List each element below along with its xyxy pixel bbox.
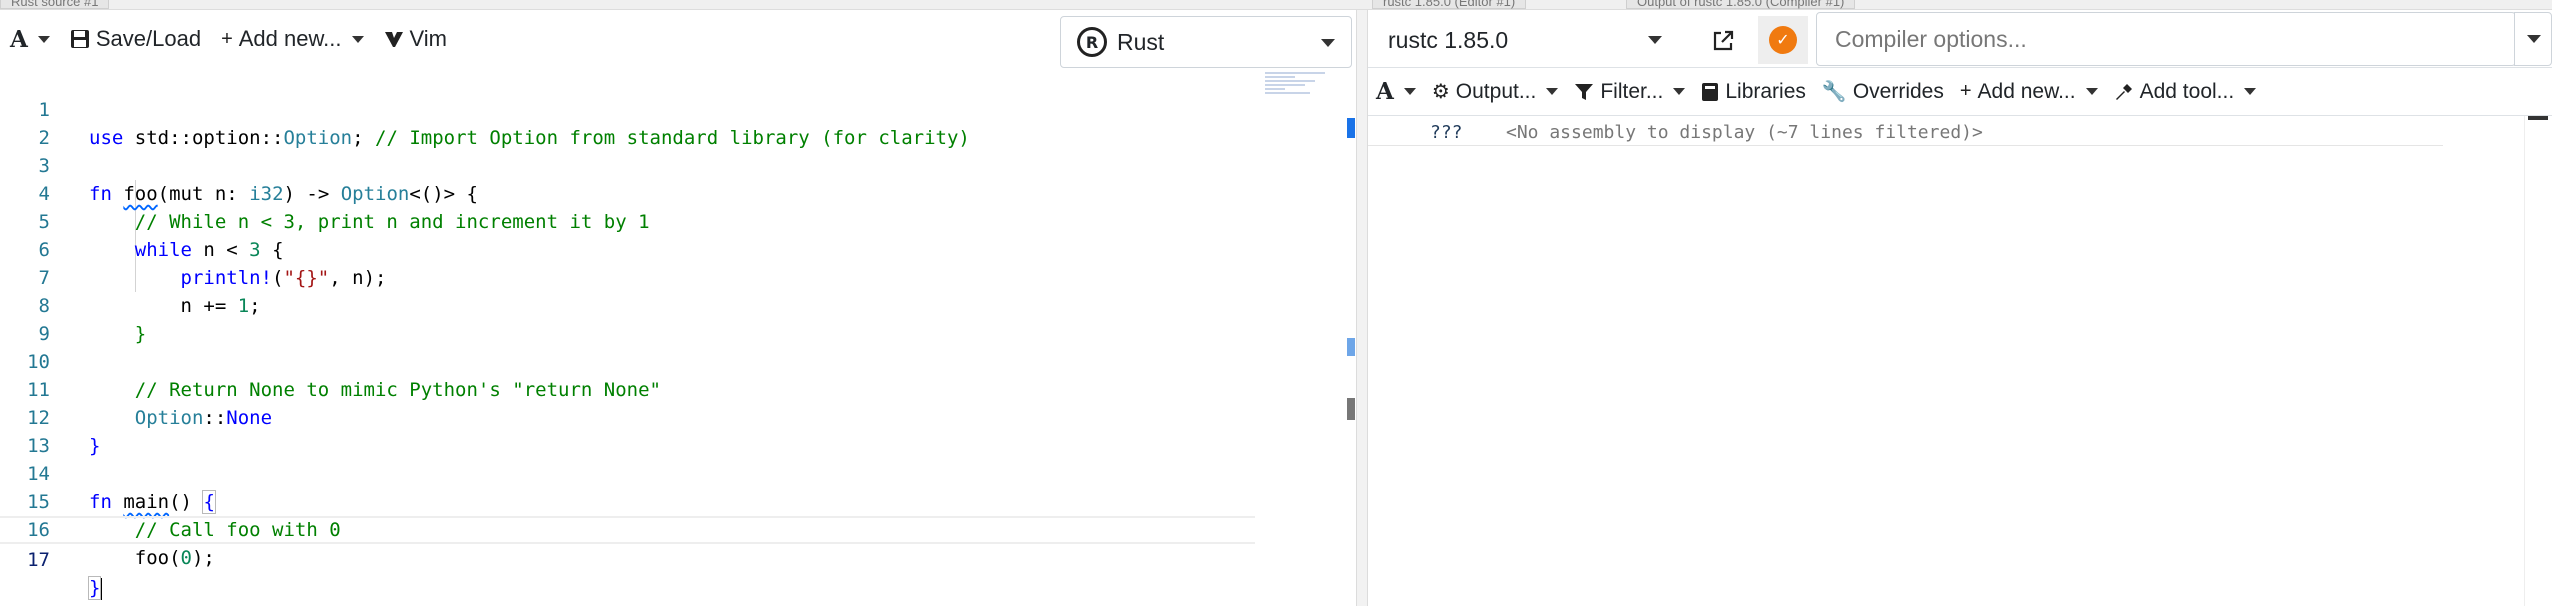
popout-button[interactable] (1706, 24, 1740, 58)
minimap[interactable] (1265, 72, 1337, 112)
compiler-bar: rustc 1.85.0 ✓ (1368, 10, 2552, 68)
code-line: 16 foo(0); (0, 488, 1260, 569)
save-load-button[interactable]: Save/Load (60, 19, 211, 59)
code-line: 11 Option::None (0, 348, 1260, 429)
filter-icon (1575, 83, 1594, 100)
save-load-label: Save/Load (95, 26, 202, 51)
language-select[interactable]: R Rust (1060, 16, 1352, 68)
code-line: 10 // Return None to mimic Python's "ret… (0, 320, 1260, 401)
font-icon: A (1376, 78, 1394, 105)
scrollbar-thumb[interactable] (1347, 398, 1355, 420)
line-code: foo(0); (134, 547, 215, 569)
filter-label: Filter... (1600, 79, 1664, 103)
rust-logo-icon: R (1077, 27, 1107, 57)
line-number: 17 (27, 549, 50, 571)
chevron-down-icon (2527, 35, 2541, 43)
compile-status-button[interactable]: ✓ (1758, 16, 1808, 64)
code-line: 14 fn main() { (0, 432, 1260, 514)
font-icon: A (10, 25, 28, 53)
tab-source[interactable]: Rust source #1 (0, 0, 110, 9)
wrench-icon: 🔧 (1821, 81, 1847, 103)
plus-icon: + (221, 27, 233, 50)
code-line: 2 (0, 96, 1260, 149)
text-cursor (100, 577, 103, 600)
chevron-down-icon (1648, 36, 1662, 44)
chevron-down-icon (2085, 88, 2098, 95)
scrollbar-marker[interactable] (1347, 118, 1355, 138)
overrides-label: Overrides (1852, 79, 1944, 103)
code-line: 1 use std::option::Option; // Import Opt… (0, 68, 1260, 149)
code-line: 7 n += 1; (0, 236, 1260, 317)
chevron-down-icon (2244, 88, 2257, 95)
scrollbar-thumb[interactable] (2528, 116, 2548, 120)
code-line: 13 (0, 404, 1260, 457)
code-line: 12 } (0, 376, 1260, 457)
code-line: 8 } (0, 264, 1260, 345)
plus-icon: + (1959, 80, 1972, 102)
vim-icon (384, 32, 403, 47)
chevron-down-icon (1546, 88, 1559, 95)
output-font-button[interactable]: A (1368, 72, 1424, 112)
vim-label: Vim (409, 26, 448, 51)
assembly-line-label: ??? (1430, 122, 1463, 143)
code-line: 4 // While n < 3, print n and increment … (0, 152, 1260, 233)
assembly-empty-message: <No assembly to display (~7 lines filter… (1506, 122, 1983, 143)
libraries-label: Libraries (1725, 79, 1806, 103)
app-window: Rust source #1 rustc 1.85.0 (Editor #1) … (0, 0, 2552, 606)
compiler-pane: rustc 1.85.0 ✓ A ⚙ (1368, 10, 2552, 606)
code-line: 3 fn foo(mut n: i32) -> Option<()> { (0, 124, 1260, 205)
filter-button[interactable]: Filter... (1566, 72, 1693, 112)
vim-toggle[interactable]: Vim (374, 19, 458, 59)
compiler-select[interactable]: rustc 1.85.0 (1368, 16, 1678, 64)
output-label: Output... (1455, 79, 1537, 103)
code-line: 5 while n < 3 { (0, 180, 1260, 261)
compiler-options-input[interactable] (1816, 12, 2516, 66)
overrides-button[interactable]: 🔧 Overrides (1814, 72, 1952, 112)
book-icon (1702, 82, 1719, 101)
assembly-output[interactable]: ??? <No assembly to display (~7 lines fi… (1368, 116, 2552, 606)
add-new-pane-button[interactable]: + Add new... (1952, 72, 2106, 112)
pane-splitter[interactable] (1356, 10, 1368, 606)
add-new-pane-label: Add new... (1977, 79, 2076, 103)
gear-icon: ⚙ (1431, 81, 1450, 103)
compiler-name: rustc 1.85.0 (1388, 26, 1509, 53)
editor-pane: A Save/Load + Add new... Vim R Rust 1 us… (0, 10, 1356, 606)
chevron-down-icon (37, 35, 50, 43)
code-line-current: 17 } (0, 516, 1255, 600)
chevron-down-icon (1403, 88, 1416, 95)
language-label: Rust (1117, 28, 1165, 55)
check-icon: ✓ (1769, 26, 1797, 54)
libraries-button[interactable]: Libraries (1693, 72, 1814, 112)
scrollbar-marker[interactable] (1347, 338, 1355, 356)
chevron-down-icon (1673, 88, 1686, 95)
tab-compiler[interactable]: rustc 1.85.0 (Editor #1) (1372, 0, 1527, 9)
assembly-scrollbar[interactable] (2524, 116, 2550, 606)
code-editor[interactable]: 1 use std::option::Option; // Import Opt… (0, 68, 1355, 606)
compiler-options-dropdown[interactable] (2514, 12, 2552, 66)
add-tool-button[interactable]: Add tool... (2106, 72, 2265, 112)
tab-strip: Rust source #1 rustc 1.85.0 (Editor #1) … (0, 0, 2552, 10)
code-line: 15 // Call foo with 0 (0, 460, 1260, 541)
line-code: } (87, 576, 103, 600)
assembly-line: ??? <No assembly to display (~7 lines fi… (1368, 120, 2443, 146)
add-tool-label: Add tool... (2139, 79, 2235, 103)
chevron-down-icon (351, 35, 364, 43)
screwdriver-icon (2115, 83, 2132, 100)
external-link-icon (1713, 30, 1734, 51)
add-new-button[interactable]: + Add new... (211, 19, 373, 59)
font-size-button[interactable]: A (0, 19, 60, 59)
chevron-down-icon (1321, 39, 1335, 47)
code-line: 6 println!("{}", n); (0, 208, 1260, 289)
add-new-label: Add new... (238, 26, 342, 51)
code-line: 9 (0, 292, 1260, 345)
output-toolbar: A ⚙ Output... Filter... Libraries 🔧 Over… (1368, 68, 2552, 116)
editor-toolbar: A Save/Load + Add new... Vim (0, 10, 457, 68)
tab-output[interactable]: Output of rustc 1.85.0 (Compiler #1) (1626, 0, 1856, 9)
floppy-disk-icon (70, 30, 89, 48)
output-options-button[interactable]: ⚙ Output... (1424, 72, 1566, 112)
